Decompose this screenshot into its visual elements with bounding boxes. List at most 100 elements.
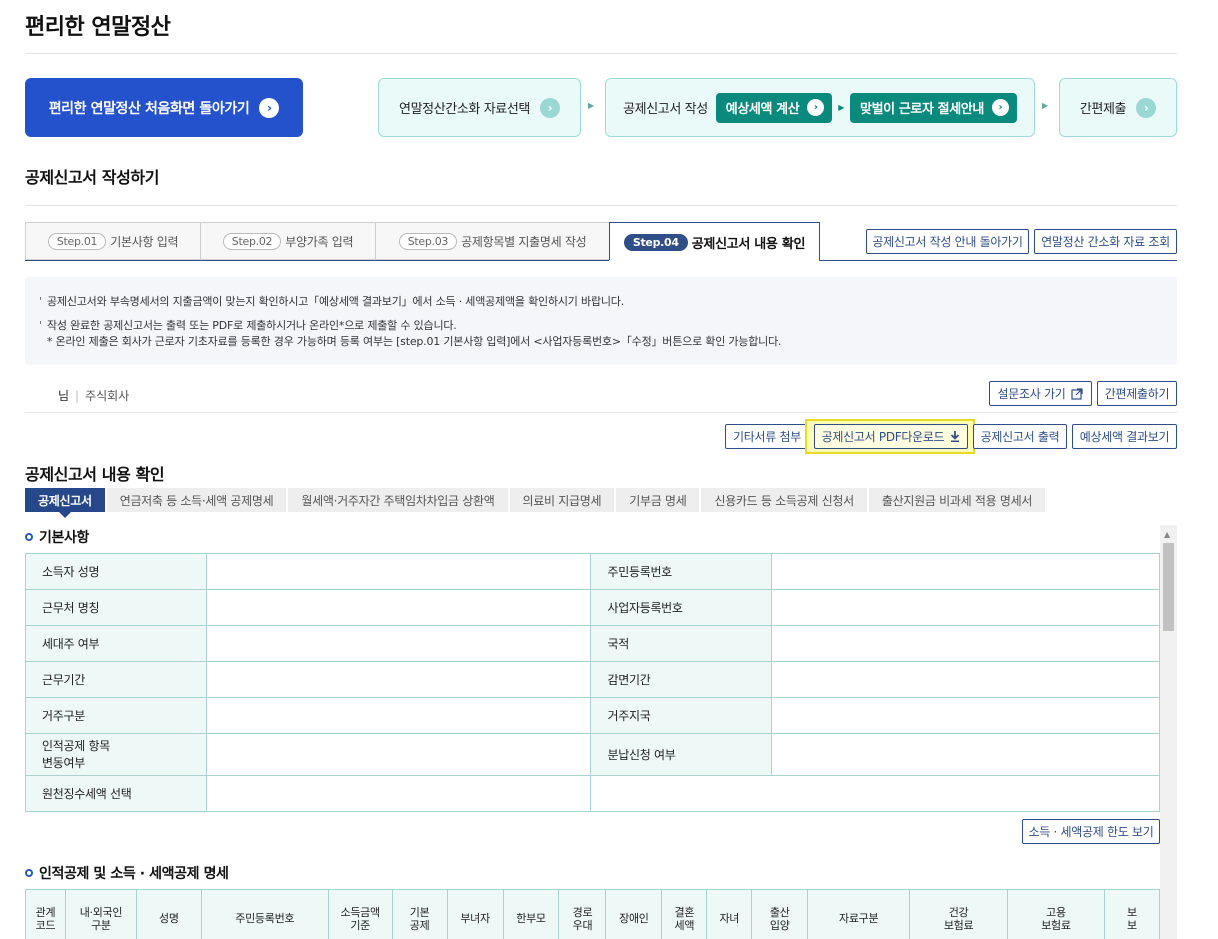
- user-suffix: 님: [58, 389, 70, 403]
- arrow-right-icon: ▶: [838, 103, 845, 112]
- col-single-parent: 한부모: [502, 889, 560, 939]
- label-name: 소득자 성명: [25, 553, 207, 590]
- circle-bullet-icon: [25, 869, 33, 877]
- step-badge: Step.03: [398, 232, 458, 250]
- col-insurance-other: 보보: [1103, 889, 1161, 939]
- company-name: 주식회사: [85, 389, 130, 403]
- scroll-up-icon[interactable]: ▲: [1164, 530, 1170, 539]
- doc-tabs: 공제신고서 연금저축 등 소득·세액 공제명세 월세액·거주자간 주택임차차입금…: [25, 488, 1046, 518]
- content-title: 공제신고서 내용 확인: [25, 465, 165, 484]
- download-icon: [951, 431, 960, 442]
- value-residence-country: [771, 697, 1160, 734]
- label-brn: 사업자등록번호: [590, 589, 773, 626]
- home-button-label: 편리한 연말정산 처음화면 돌아가기: [48, 100, 250, 117]
- estimate-result-button[interactable]: 예상세액 결과보기: [1072, 424, 1177, 449]
- label-rrn: 주민등록번호: [590, 553, 773, 590]
- guide-back-button[interactable]: 공제신고서 작성 안내 돌아가기: [866, 229, 1029, 254]
- col-health-insurance: 건강 보험료: [909, 889, 1008, 939]
- deduction-table: 관계 코드 내·외국인 구분 성명 주민등록번호 소득금액 기준 기본 공제 부녀자 한…: [25, 889, 1161, 939]
- table-row: 세대주 여부 국적: [25, 625, 1160, 662]
- col-woman: 부녀자: [446, 889, 504, 939]
- print-button[interactable]: 공제신고서 출력: [973, 424, 1067, 449]
- col-birth-adoption: 출산 입양: [751, 889, 809, 939]
- step-badge: Step.01: [47, 232, 107, 250]
- scrollbar-thumb[interactable]: [1163, 543, 1174, 631]
- table-row: 근무처 명칭 사업자등록번호: [25, 589, 1160, 626]
- step-tabs-underline: [25, 260, 1177, 261]
- divider: [25, 412, 1177, 413]
- process-step-label: 연말정산간소화 자료선택: [399, 102, 530, 117]
- form-scroll-area[interactable]: 기본사항 소득자 성명 주민등록번호 근무처 명칭 사업자등록번호 세대주 여부…: [25, 525, 1177, 939]
- tab-step-04[interactable]: Step.04 공제신고서 내용 확인: [609, 222, 820, 261]
- empty-cell: [590, 775, 1160, 812]
- pdf-download-button[interactable]: 공제신고서 PDF다운로드: [814, 424, 968, 449]
- step-label: 공제신고서 내용 확인: [691, 236, 806, 252]
- tab-credit-card[interactable]: 신용카드 등 소득공제 신청서: [701, 488, 867, 512]
- col-employment-insurance: 고용 보험료: [1007, 889, 1105, 939]
- vertical-scrollbar[interactable]: ▲: [1160, 525, 1177, 939]
- tab-pension-savings[interactable]: 연금저축 등 소득·세액 공제명세: [106, 488, 287, 512]
- value-name: [205, 553, 592, 590]
- tab-donation[interactable]: 기부금 명세: [616, 488, 700, 512]
- chevron-right-icon: ›: [991, 99, 1009, 116]
- label-residence-country: 거주지국: [590, 697, 773, 734]
- value-reduction-period: [771, 661, 1160, 698]
- arrow-right-icon: ▶: [1042, 101, 1049, 110]
- label-nationality: 국적: [590, 625, 773, 662]
- simplify-lookup-button[interactable]: 연말정산 간소화 자료 조회: [1034, 229, 1177, 254]
- label-work-period: 근무기간: [25, 661, 207, 698]
- col-nationality-type: 내·외국인 구분: [64, 889, 137, 939]
- basic-info-title: 기본사항: [25, 527, 89, 547]
- label-workplace: 근무처 명칭: [25, 589, 207, 626]
- step-label: 공제항목별 지출명세 작성: [461, 234, 587, 249]
- process-step-label: 간편제출: [1079, 102, 1127, 117]
- value-installment: [771, 733, 1160, 776]
- value-brn: [771, 589, 1160, 626]
- step-badge: Step.04: [623, 233, 688, 251]
- attach-docs-button[interactable]: 기타서류 첨부: [725, 424, 809, 449]
- step-label: 부양가족 입력: [285, 234, 354, 249]
- label-withholding: 원천징수세액 선택: [25, 775, 207, 812]
- label-installment: 분납신청 여부: [590, 733, 773, 776]
- tab-deduction-form[interactable]: 공제신고서: [25, 488, 105, 518]
- home-button[interactable]: 편리한 연말정산 처음화면 돌아가기 ›: [25, 78, 303, 137]
- table-row: 근무기간 감면기간: [25, 661, 1160, 698]
- label-reduction-period: 감면기간: [590, 661, 773, 698]
- process-step-quick-submit[interactable]: 간편제출 ›: [1059, 78, 1177, 137]
- survey-button[interactable]: 설문조사 가기: [989, 381, 1092, 406]
- divider: [25, 53, 1177, 54]
- pdf-download-label: 공제신고서 PDF다운로드: [821, 430, 945, 444]
- value-householder: [205, 625, 592, 662]
- process-step-label: 공제신고서 작성: [623, 102, 708, 117]
- tab-step-02[interactable]: Step.02 부양가족 입력: [200, 222, 375, 260]
- col-name: 성명: [135, 889, 202, 939]
- label-residency: 거주구분: [25, 697, 207, 734]
- tab-step-03[interactable]: Step.03 공제항목별 지출명세 작성: [375, 222, 609, 260]
- arrow-right-icon: ▶: [588, 101, 595, 110]
- notice-line-1: 공제신고서와 부속명세서의 지출금액이 맞는지 확인하시고「예상세액 결과보기」…: [47, 295, 624, 308]
- external-link-icon: [1071, 387, 1084, 400]
- estimate-tax-button[interactable]: 예상세액 계산 ›: [715, 92, 833, 123]
- deduction-limit-button[interactable]: 소득 · 세액공제 한도 보기: [1022, 819, 1160, 844]
- chevron-right-icon: ›: [807, 99, 825, 116]
- deduction-detail-title: 인적공제 및 소득 · 세액공제 명세: [25, 863, 229, 883]
- value-work-period: [205, 661, 592, 698]
- tab-monthly-rent[interactable]: 월세액·거주자간 주택임차차입금 상환액: [288, 488, 508, 512]
- notice-box: ' 공제신고서와 부속명세서의 지출금액이 맞는지 확인하시고「예상세액 결과보기…: [25, 277, 1177, 365]
- basic-info-table: 소득자 성명 주민등록번호 근무처 명칭 사업자등록번호 세대주 여부 국적 근…: [25, 553, 1160, 812]
- tab-medical[interactable]: 의료비 지급명세: [509, 488, 615, 512]
- chevron-right-icon: ›: [1136, 97, 1157, 118]
- process-step-select-data[interactable]: 연말정산간소화 자료선택 ›: [378, 78, 581, 137]
- table-header-row: 관계 코드 내·외국인 구분 성명 주민등록번호 소득금액 기준 기본 공제 부녀자 한…: [25, 889, 1161, 939]
- tab-step-01[interactable]: Step.01 기본사항 입력: [25, 222, 200, 260]
- tab-childbirth-support[interactable]: 출산지원금 비과세 적용 명세서: [868, 488, 1046, 512]
- value-personal-change: [205, 733, 592, 776]
- value-withholding: [205, 775, 592, 812]
- value-workplace: [205, 589, 592, 626]
- quick-submit-button[interactable]: 간편제출하기: [1097, 381, 1177, 406]
- value-nationality: [771, 625, 1160, 662]
- col-relation-code: 관계 코드: [25, 889, 66, 939]
- notice-line-3: * 온라인 제출은 회사가 근로자 기초자료를 등록한 경우 가능하며 등록 여…: [47, 335, 782, 348]
- process-step-write: 공제신고서 작성 예상세액 계산 › ▶ 맞벌이 근로자 절세안내 ›: [605, 78, 1035, 137]
- dual-income-guide-button[interactable]: 맞벌이 근로자 절세안내 ›: [850, 92, 1017, 123]
